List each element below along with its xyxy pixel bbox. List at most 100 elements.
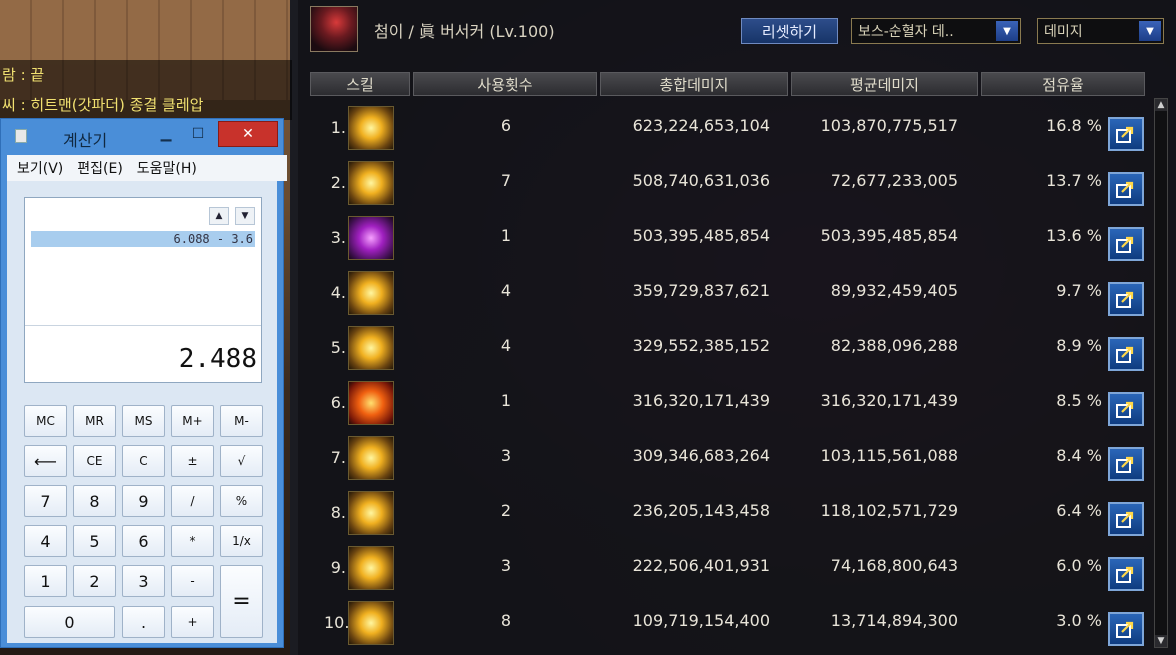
mode-dropdown[interactable]: 데미지 ▼ [1037, 18, 1164, 44]
calculator-display: ▲ ▼ 6.088 - 3.6 2.488 [24, 197, 262, 383]
table-row: 8. 2 236,205,143,458 118,102,571,729 6.4 % [298, 483, 1158, 538]
close-button[interactable]: ✕ [218, 121, 278, 147]
chat-line: 씨 : 히트맨(갓파더) 종결 클레압 [2, 96, 204, 114]
history-down-icon[interactable]: ▼ [235, 207, 255, 225]
key-equals[interactable]: = [220, 565, 263, 638]
table-row: 7. 3 309,346,683,264 103,115,561,088 8.4 % [298, 428, 1158, 483]
skill-icon [348, 106, 394, 150]
table-header: 스킬 사용횟수 총합데미지 평균데미지 점유율 [310, 72, 1170, 96]
export-icon [1116, 511, 1134, 528]
scroll-down-icon[interactable]: ▼ [1155, 635, 1167, 647]
export-button[interactable] [1108, 337, 1144, 371]
table-row: 5. 4 329,552,385,152 82,388,096,288 8.9 % [298, 318, 1158, 373]
key-c[interactable]: C [122, 445, 165, 477]
export-button[interactable] [1108, 282, 1144, 316]
row-uses: 4 [500, 336, 512, 355]
row-rank: 8. [330, 503, 346, 522]
key-7[interactable]: 7 [24, 485, 67, 517]
key-reciprocal[interactable]: 1/x [220, 525, 263, 557]
column-header-uses[interactable]: 사용횟수 [413, 72, 597, 96]
panel-header: 첨이 / 眞 버서커 (Lv.100) 리셋하기 보스-순혈자 데.. ▼ 데미… [298, 0, 1176, 66]
row-share: 6.4 % [1056, 501, 1102, 520]
row-uses: 4 [500, 281, 512, 300]
row-rank: 9. [330, 558, 346, 577]
expression-history[interactable]: 6.088 - 3.6 [31, 231, 255, 247]
export-button[interactable] [1108, 172, 1144, 206]
key-1[interactable]: 1 [24, 565, 67, 597]
key-sqrt[interactable]: √ [220, 445, 263, 477]
scrollbar[interactable]: ▲ ▼ [1154, 98, 1168, 648]
export-button[interactable] [1108, 557, 1144, 591]
menu-help[interactable]: 도움말(H) [137, 158, 197, 178]
key-mr[interactable]: MR [73, 405, 116, 437]
calculator-body: 보기(V) 편집(E) 도움말(H) ▲ ▼ 6.088 - 3.6 2.488… [7, 155, 287, 643]
key-m-plus[interactable]: M+ [171, 405, 214, 437]
menu-view[interactable]: 보기(V) [17, 158, 63, 178]
window-title: 계산기 [63, 131, 108, 150]
skill-icon [348, 216, 394, 260]
chat-line: 람 : 끝 [2, 66, 45, 84]
row-total-damage: 109,719,154,400 [632, 611, 770, 630]
row-average-damage: 103,115,561,088 [820, 446, 958, 465]
export-button[interactable] [1108, 227, 1144, 261]
damage-stats-panel: 첨이 / 眞 버서커 (Lv.100) 리셋하기 보스-순혈자 데.. ▼ 데미… [298, 0, 1176, 655]
export-button[interactable] [1108, 502, 1144, 536]
key-3[interactable]: 3 [122, 565, 165, 597]
export-button[interactable] [1108, 447, 1144, 481]
minimize-button[interactable]: ▁ [153, 123, 179, 145]
export-icon [1116, 456, 1134, 473]
key-2[interactable]: 2 [73, 565, 116, 597]
key-backspace[interactable]: ⟵ [24, 445, 67, 477]
target-dropdown[interactable]: 보스-순혈자 데.. ▼ [851, 18, 1021, 44]
key-divide[interactable]: / [171, 485, 214, 517]
skill-icon [348, 326, 394, 370]
key-percent[interactable]: % [220, 485, 263, 517]
key-5[interactable]: 5 [73, 525, 116, 557]
export-button[interactable] [1108, 612, 1144, 646]
key-ms[interactable]: MS [122, 405, 165, 437]
row-uses: 3 [500, 556, 512, 575]
export-icon [1116, 346, 1134, 363]
row-average-damage: 82,388,096,288 [830, 336, 958, 355]
row-share: 8.5 % [1056, 391, 1102, 410]
row-share: 13.6 % [1046, 226, 1102, 245]
key-subtract[interactable]: - [171, 565, 214, 597]
key-mc[interactable]: MC [24, 405, 67, 437]
chevron-down-icon[interactable]: ▼ [1139, 21, 1161, 41]
title-bar[interactable]: 계산기 ▁ ☐ ✕ [1, 119, 283, 153]
column-header-skill[interactable]: 스킬 [310, 72, 410, 96]
column-header-total-damage[interactable]: 총합데미지 [600, 72, 788, 96]
maximize-button[interactable]: ☐ [185, 123, 211, 145]
key-multiply[interactable]: * [171, 525, 214, 557]
key-m-minus[interactable]: M- [220, 405, 263, 437]
export-icon [1116, 566, 1134, 583]
character-avatar [310, 6, 358, 52]
export-button[interactable] [1108, 392, 1144, 426]
key-9[interactable]: 9 [122, 485, 165, 517]
reset-button[interactable]: 리셋하기 [741, 18, 838, 44]
row-uses: 8 [500, 611, 512, 630]
key-4[interactable]: 4 [24, 525, 67, 557]
key-plus-minus[interactable]: ± [171, 445, 214, 477]
key-decimal[interactable]: . [122, 606, 165, 638]
column-header-share[interactable]: 점유율 [981, 72, 1145, 96]
key-ce[interactable]: CE [73, 445, 116, 477]
table-row: 4. 4 359,729,837,621 89,932,459,405 9.7 % [298, 263, 1158, 318]
history-up-icon[interactable]: ▲ [209, 207, 229, 225]
row-total-damage: 623,224,653,104 [632, 116, 770, 135]
key-8[interactable]: 8 [73, 485, 116, 517]
row-share: 9.7 % [1056, 281, 1102, 300]
key-0[interactable]: 0 [24, 606, 115, 638]
key-6[interactable]: 6 [122, 525, 165, 557]
skill-icon [348, 381, 394, 425]
skill-icon [348, 271, 394, 315]
row-total-damage: 309,346,683,264 [632, 446, 770, 465]
column-header-average-damage[interactable]: 평균데미지 [791, 72, 978, 96]
scroll-up-icon[interactable]: ▲ [1155, 99, 1167, 111]
chevron-down-icon[interactable]: ▼ [996, 21, 1018, 41]
export-icon [1116, 291, 1134, 308]
skill-icon [348, 161, 394, 205]
key-add[interactable]: + [171, 606, 214, 638]
export-button[interactable] [1108, 117, 1144, 151]
menu-edit[interactable]: 편집(E) [77, 158, 123, 178]
